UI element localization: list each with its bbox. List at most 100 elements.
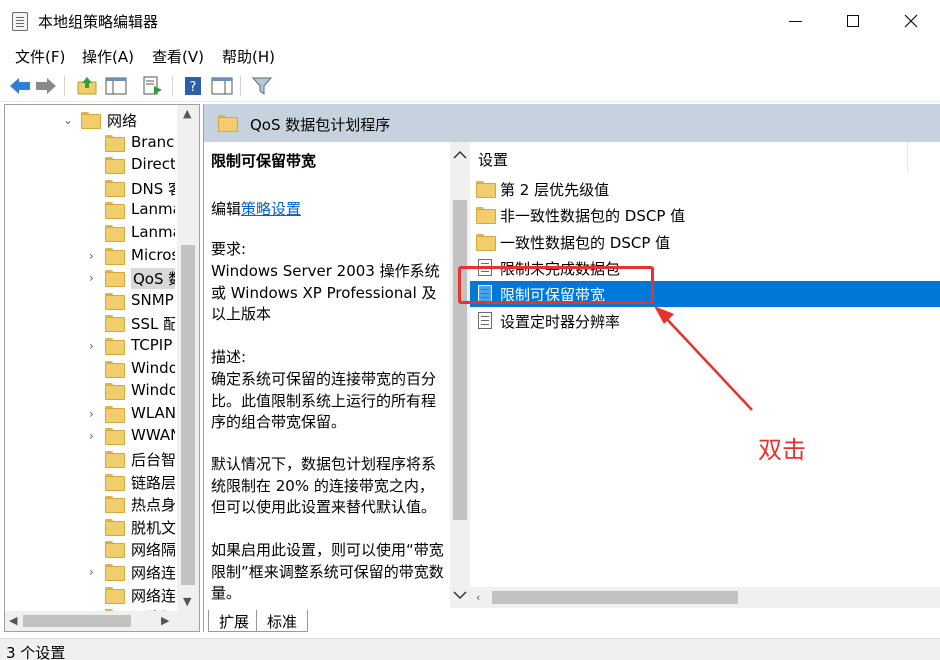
show-hide-tree-button[interactable] — [104, 74, 128, 98]
tree-item-label: Lanma — [131, 223, 175, 241]
folder-icon — [105, 202, 125, 220]
settings-row-label: 设置定时器分辨率 — [500, 312, 621, 331]
filter-icon — [252, 77, 272, 95]
tree-item[interactable]: › TCPIP — [5, 335, 175, 357]
scroll-left-arrow-icon[interactable]: ‹ — [476, 591, 480, 604]
up-level-button[interactable] — [75, 74, 99, 98]
tree-item[interactable]: DNS 客 — [5, 177, 175, 199]
tree-item[interactable]: › WWAN — [5, 425, 175, 447]
tree-item[interactable]: Branch — [5, 132, 175, 154]
tree-item[interactable]: ⌄ 网络 — [5, 109, 175, 131]
expand-chevron-icon[interactable]: › — [89, 335, 99, 357]
help-button[interactable]: ? — [181, 74, 205, 98]
menu-view[interactable]: 查看(V) — [152, 46, 204, 67]
policy-editor-app-icon — [12, 12, 28, 31]
properties-view-icon — [211, 77, 233, 95]
menu-help[interactable]: 帮助(H) — [222, 46, 275, 67]
tree-item[interactable]: 热点身 — [5, 493, 175, 515]
tree-item[interactable]: Lanma — [5, 222, 175, 244]
expand-chevron-icon[interactable]: › — [89, 561, 99, 583]
description-scrollbar[interactable] — [450, 142, 470, 608]
tree-item[interactable]: 网络隔 — [5, 538, 175, 560]
toolbar: ? — [0, 70, 940, 102]
settings-hscroll-thumb[interactable] — [492, 591, 738, 604]
policy-setting-icon — [478, 311, 492, 329]
settings-row[interactable]: 设置定时器分辨率 — [470, 308, 940, 334]
details-header-title: QoS 数据包计划程序 — [250, 116, 391, 134]
tree-item[interactable]: Windo — [5, 380, 175, 402]
settings-row[interactable]: 一致性数据包的 DSCP 值 — [470, 229, 940, 255]
scroll-right-arrow-icon[interactable]: ▶ — [161, 614, 169, 627]
collapse-chevron-icon[interactable]: ⌄ — [63, 109, 73, 131]
tree-item[interactable]: 链路层 — [5, 471, 175, 493]
tab-standard[interactable]: 标准 — [256, 610, 309, 632]
highlight-annotation-box — [458, 266, 654, 304]
scroll-down-arrow-icon[interactable]: ▼ — [183, 595, 191, 608]
scroll-up-arrow-icon[interactable]: ▲ — [183, 107, 191, 120]
tree-item[interactable]: › WLAN — [5, 403, 175, 425]
tree-item-label: 热点身 — [131, 496, 175, 515]
settings-row[interactable]: 第 2 层优先级值 — [470, 176, 940, 202]
description-panel: 限制可保留带宽 编辑策略设置 要求: Windows Server 2003 操… — [204, 142, 450, 608]
scroll-left-arrow-icon[interactable]: ◀ — [9, 614, 17, 627]
tree-item[interactable]: 网络连 — [5, 584, 175, 606]
menu-action[interactable]: 操作(A) — [82, 46, 134, 67]
tree-vertical-scrollbar[interactable]: ▲ ▼ — [177, 105, 199, 613]
tree-item[interactable]: Direct — [5, 154, 175, 176]
title-bar: 本地组策略编辑器 — [0, 0, 940, 42]
description-title: 限制可保留带宽 — [211, 152, 317, 170]
tree-horizontal-scrollbar[interactable]: ◀ ▶ — [5, 611, 199, 631]
expand-chevron-icon[interactable]: › — [89, 403, 99, 425]
description-scroll-thumb[interactable] — [453, 200, 467, 520]
scroll-down-arrow-icon[interactable] — [450, 588, 470, 602]
tree-item-label: Windo — [131, 381, 175, 400]
settings-horizontal-scrollbar[interactable]: ‹ — [470, 587, 940, 608]
tree-item[interactable]: 脱机文 — [5, 516, 175, 538]
properties-view-button[interactable] — [210, 74, 234, 98]
expand-chevron-icon[interactable]: › — [89, 267, 99, 289]
filter-button[interactable] — [250, 74, 274, 98]
tree-item[interactable]: › QoS 数 — [5, 267, 175, 290]
tree-item[interactable]: SNMP — [5, 290, 175, 312]
scroll-up-arrow-icon[interactable] — [450, 148, 470, 162]
forward-button[interactable] — [34, 74, 58, 98]
tree-item[interactable]: Windo — [5, 358, 175, 380]
tree-item[interactable]: SSL 配 — [5, 312, 175, 334]
expand-chevron-icon[interactable]: › — [89, 245, 99, 267]
tree-item[interactable]: Lanma — [5, 199, 175, 221]
tree-item[interactable]: › 网络连 — [5, 561, 175, 583]
folder-icon — [105, 270, 125, 288]
tree-item[interactable]: › Micros — [5, 245, 175, 267]
maximize-button[interactable] — [824, 0, 882, 42]
back-button[interactable] — [8, 74, 32, 98]
column-divider[interactable] — [907, 142, 908, 172]
toolbar-separator — [172, 76, 173, 96]
export-list-button[interactable] — [141, 74, 165, 98]
policy-settings-link[interactable]: 策略设置 — [241, 200, 301, 218]
settings-row[interactable]: 非一致性数据包的 DSCP 值 — [470, 202, 940, 228]
minimize-button[interactable] — [766, 0, 824, 42]
settings-column-header[interactable]: 设置 — [470, 142, 940, 172]
show-hide-tree-icon — [105, 77, 127, 95]
svg-text:?: ? — [190, 80, 197, 95]
menu-file[interactable]: 文件(F) — [15, 46, 65, 67]
minimize-icon — [788, 20, 802, 22]
tab-extended[interactable]: 扩展 — [208, 610, 261, 632]
folder-icon — [105, 428, 125, 446]
tree-item[interactable]: 后台智 — [5, 448, 175, 470]
close-button[interactable] — [882, 0, 940, 42]
expand-chevron-icon[interactable]: › — [89, 425, 99, 447]
tree-scroll-thumb[interactable] — [181, 245, 195, 585]
tree-item-label: DNS 客 — [131, 179, 175, 198]
folder-icon — [105, 473, 125, 491]
tree-hscroll-thumb[interactable] — [23, 615, 131, 627]
folder-icon — [218, 115, 238, 132]
tree-item-label: 网络 — [107, 112, 138, 130]
tree-item-label: 网络隔 — [131, 541, 175, 560]
